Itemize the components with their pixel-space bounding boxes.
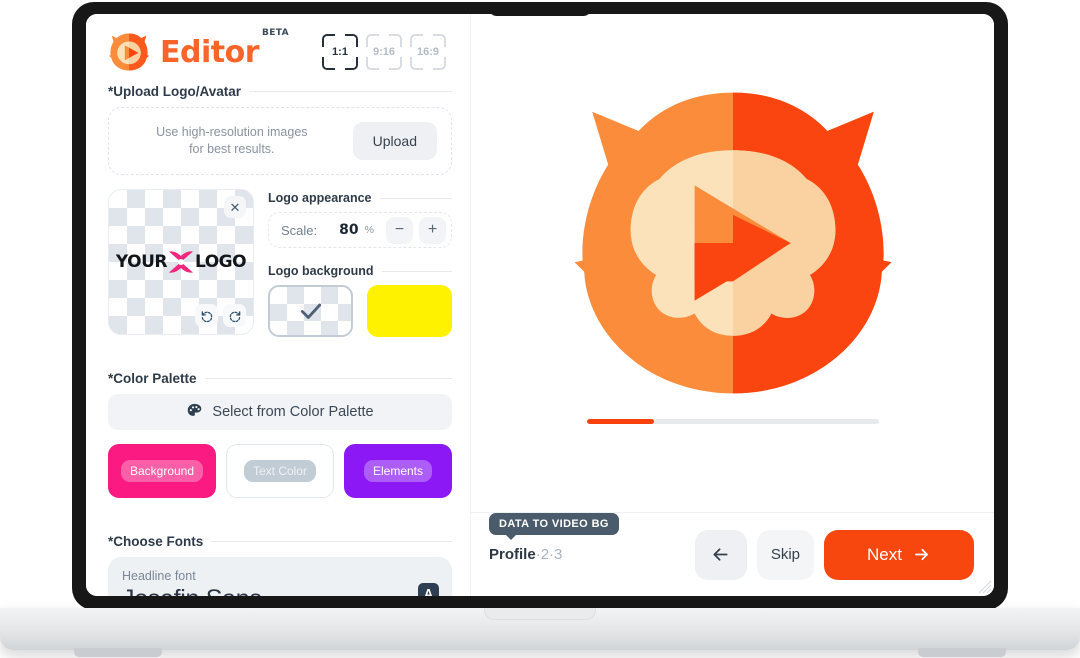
next-button-label: Next bbox=[867, 544, 902, 564]
choose-fonts-heading: *Choose Fonts bbox=[108, 534, 452, 549]
video-progress-bar[interactable] bbox=[586, 418, 879, 424]
flower-mark-icon bbox=[166, 247, 196, 277]
logo-text-left: YOUR bbox=[115, 252, 168, 272]
step-current-label: Profile bbox=[489, 546, 536, 563]
logo-background-yellow[interactable] bbox=[367, 285, 452, 337]
upload-hint: Use high-resolution images for best resu… bbox=[115, 124, 349, 158]
color-palette-heading-text: *Color Palette bbox=[108, 371, 197, 386]
step-2-label[interactable]: 2 bbox=[541, 546, 549, 563]
editor-sidebar: Editor BETA 1:1 9:16 16:9 *Upload Logo/A… bbox=[86, 14, 471, 596]
laptop-base-notch bbox=[484, 608, 596, 620]
rotate-counterclockwise-icon[interactable] bbox=[195, 304, 218, 327]
scale-unit: % bbox=[364, 224, 374, 236]
heading-divider bbox=[249, 91, 452, 92]
logo-text-right: LOGO bbox=[194, 252, 247, 272]
step-3-label[interactable]: 3 bbox=[554, 546, 562, 563]
check-icon bbox=[300, 303, 321, 319]
palette-swatch-background-label: Background bbox=[120, 460, 204, 482]
step-tooltip: DATA TO VIDEO BG bbox=[489, 513, 619, 540]
beta-badge: BETA bbox=[261, 27, 289, 38]
logo-appearance-heading: Logo appearance bbox=[268, 191, 452, 205]
palette-swatch-elements-label: Elements bbox=[363, 460, 433, 482]
logo-appearance-column: Logo appearance Scale: 80 % − + Logo bac… bbox=[268, 189, 452, 337]
upload-dropzone[interactable]: Use high-resolution images for best resu… bbox=[108, 107, 452, 175]
logo-background-heading-text: Logo background bbox=[268, 264, 374, 278]
plus-icon[interactable]: + bbox=[419, 216, 446, 244]
scale-label: Scale: bbox=[281, 222, 318, 238]
logo-background-heading: Logo background bbox=[268, 264, 452, 278]
step-breadcrumb: Profile·2·3 bbox=[489, 546, 562, 563]
aspect-ratio-16-9[interactable]: 16:9 bbox=[410, 34, 446, 70]
logo-background-swatches bbox=[268, 285, 452, 337]
logo-preview-canvas[interactable]: YOUR LOGO ✕ bbox=[108, 189, 254, 335]
laptop-frame: Editor BETA 1:1 9:16 16:9 *Upload Logo/A… bbox=[72, 2, 1008, 610]
logo-appearance-heading-text: Logo appearance bbox=[268, 191, 372, 205]
wizard-navigation-actions: Skip Next bbox=[694, 529, 974, 580]
palette-swatch-row: Background Text Color Elements bbox=[108, 444, 452, 498]
palette-swatch-elements[interactable]: Elements bbox=[344, 444, 452, 498]
arrow-left-icon bbox=[713, 548, 728, 561]
palette-swatch-text-color[interactable]: Text Color bbox=[226, 444, 334, 498]
wizard-bottom-bar: DATA TO VIDEO BG Profile·2·3 Skip Next bbox=[471, 512, 994, 596]
scale-stepper: Scale: 80 % − + bbox=[268, 212, 452, 248]
uploaded-logo-artwork: YOUR LOGO bbox=[115, 247, 247, 277]
rotate-controls bbox=[195, 304, 246, 327]
lion-head-play-logo-icon bbox=[573, 83, 893, 403]
font-picker-badge[interactable]: A bbox=[418, 583, 439, 596]
scale-value: 80 bbox=[339, 222, 359, 238]
next-button[interactable]: Next bbox=[824, 529, 974, 580]
color-palette-section: *Color Palette Select from Color Palette… bbox=[108, 371, 452, 498]
headline-font-card[interactable]: Headline font Josefin Sans A bbox=[108, 557, 452, 596]
laptop-camera-notch bbox=[488, 2, 592, 16]
choose-fonts-section: *Choose Fonts Headline font Josefin Sans… bbox=[108, 534, 452, 596]
video-preview-pane: DATA TO VIDEO BG Profile·2·3 Skip Next bbox=[471, 14, 994, 596]
heading-divider bbox=[381, 270, 452, 272]
upload-hint-line-1: Use high-resolution images bbox=[156, 125, 308, 140]
palette-swatch-text-color-label: Text Color bbox=[243, 460, 317, 482]
color-palette-heading: *Color Palette bbox=[108, 371, 452, 386]
rotate-clockwise-icon[interactable] bbox=[223, 304, 246, 327]
upload-section-heading: *Upload Logo/Avatar bbox=[108, 84, 452, 99]
palette-swatch-background[interactable]: Background bbox=[108, 444, 216, 498]
headline-font-value: Josefin Sans bbox=[122, 585, 438, 596]
logo-background-transparent[interactable] bbox=[268, 285, 354, 337]
heading-divider bbox=[379, 197, 452, 199]
video-progress-fill bbox=[586, 418, 654, 424]
lion-play-logo-icon bbox=[108, 31, 150, 73]
upload-button[interactable]: Upload bbox=[352, 122, 437, 160]
logo-editing-row: YOUR LOGO ✕ Logo appearance Scale: 80 % … bbox=[108, 189, 452, 337]
brand-name: Editor bbox=[160, 34, 260, 70]
laptop-foot-left bbox=[74, 648, 162, 657]
laptop-foot-right bbox=[918, 648, 1006, 657]
upload-heading-text: *Upload Logo/Avatar bbox=[108, 84, 242, 99]
arrow-right-icon bbox=[915, 548, 928, 561]
preview-stage bbox=[471, 14, 994, 512]
step-indicator: DATA TO VIDEO BG Profile·2·3 bbox=[489, 513, 619, 563]
headline-font-label: Headline font bbox=[122, 569, 196, 583]
minus-icon[interactable]: − bbox=[386, 216, 413, 244]
app-title: Editor BETA bbox=[160, 28, 289, 70]
aspect-ratio-1-1[interactable]: 1:1 bbox=[322, 34, 358, 70]
upload-hint-line-2: for best results. bbox=[189, 142, 275, 156]
palette-icon bbox=[186, 402, 203, 423]
choose-fonts-heading-text: *Choose Fonts bbox=[108, 534, 204, 549]
back-button[interactable] bbox=[694, 529, 747, 580]
app-screen: Editor BETA 1:1 9:16 16:9 *Upload Logo/A… bbox=[86, 14, 994, 596]
heading-divider bbox=[211, 541, 452, 542]
app-header: Editor BETA 1:1 9:16 16:9 bbox=[108, 24, 452, 80]
aspect-ratio-group: 1:1 9:16 16:9 bbox=[322, 34, 452, 70]
heading-divider bbox=[204, 378, 452, 379]
close-icon[interactable]: ✕ bbox=[224, 196, 246, 218]
skip-button[interactable]: Skip bbox=[756, 529, 814, 580]
resize-grip[interactable] bbox=[978, 580, 992, 594]
aspect-ratio-9-16[interactable]: 9:16 bbox=[366, 34, 402, 70]
select-color-palette-label: Select from Color Palette bbox=[212, 404, 374, 420]
select-color-palette-button[interactable]: Select from Color Palette bbox=[108, 394, 452, 430]
